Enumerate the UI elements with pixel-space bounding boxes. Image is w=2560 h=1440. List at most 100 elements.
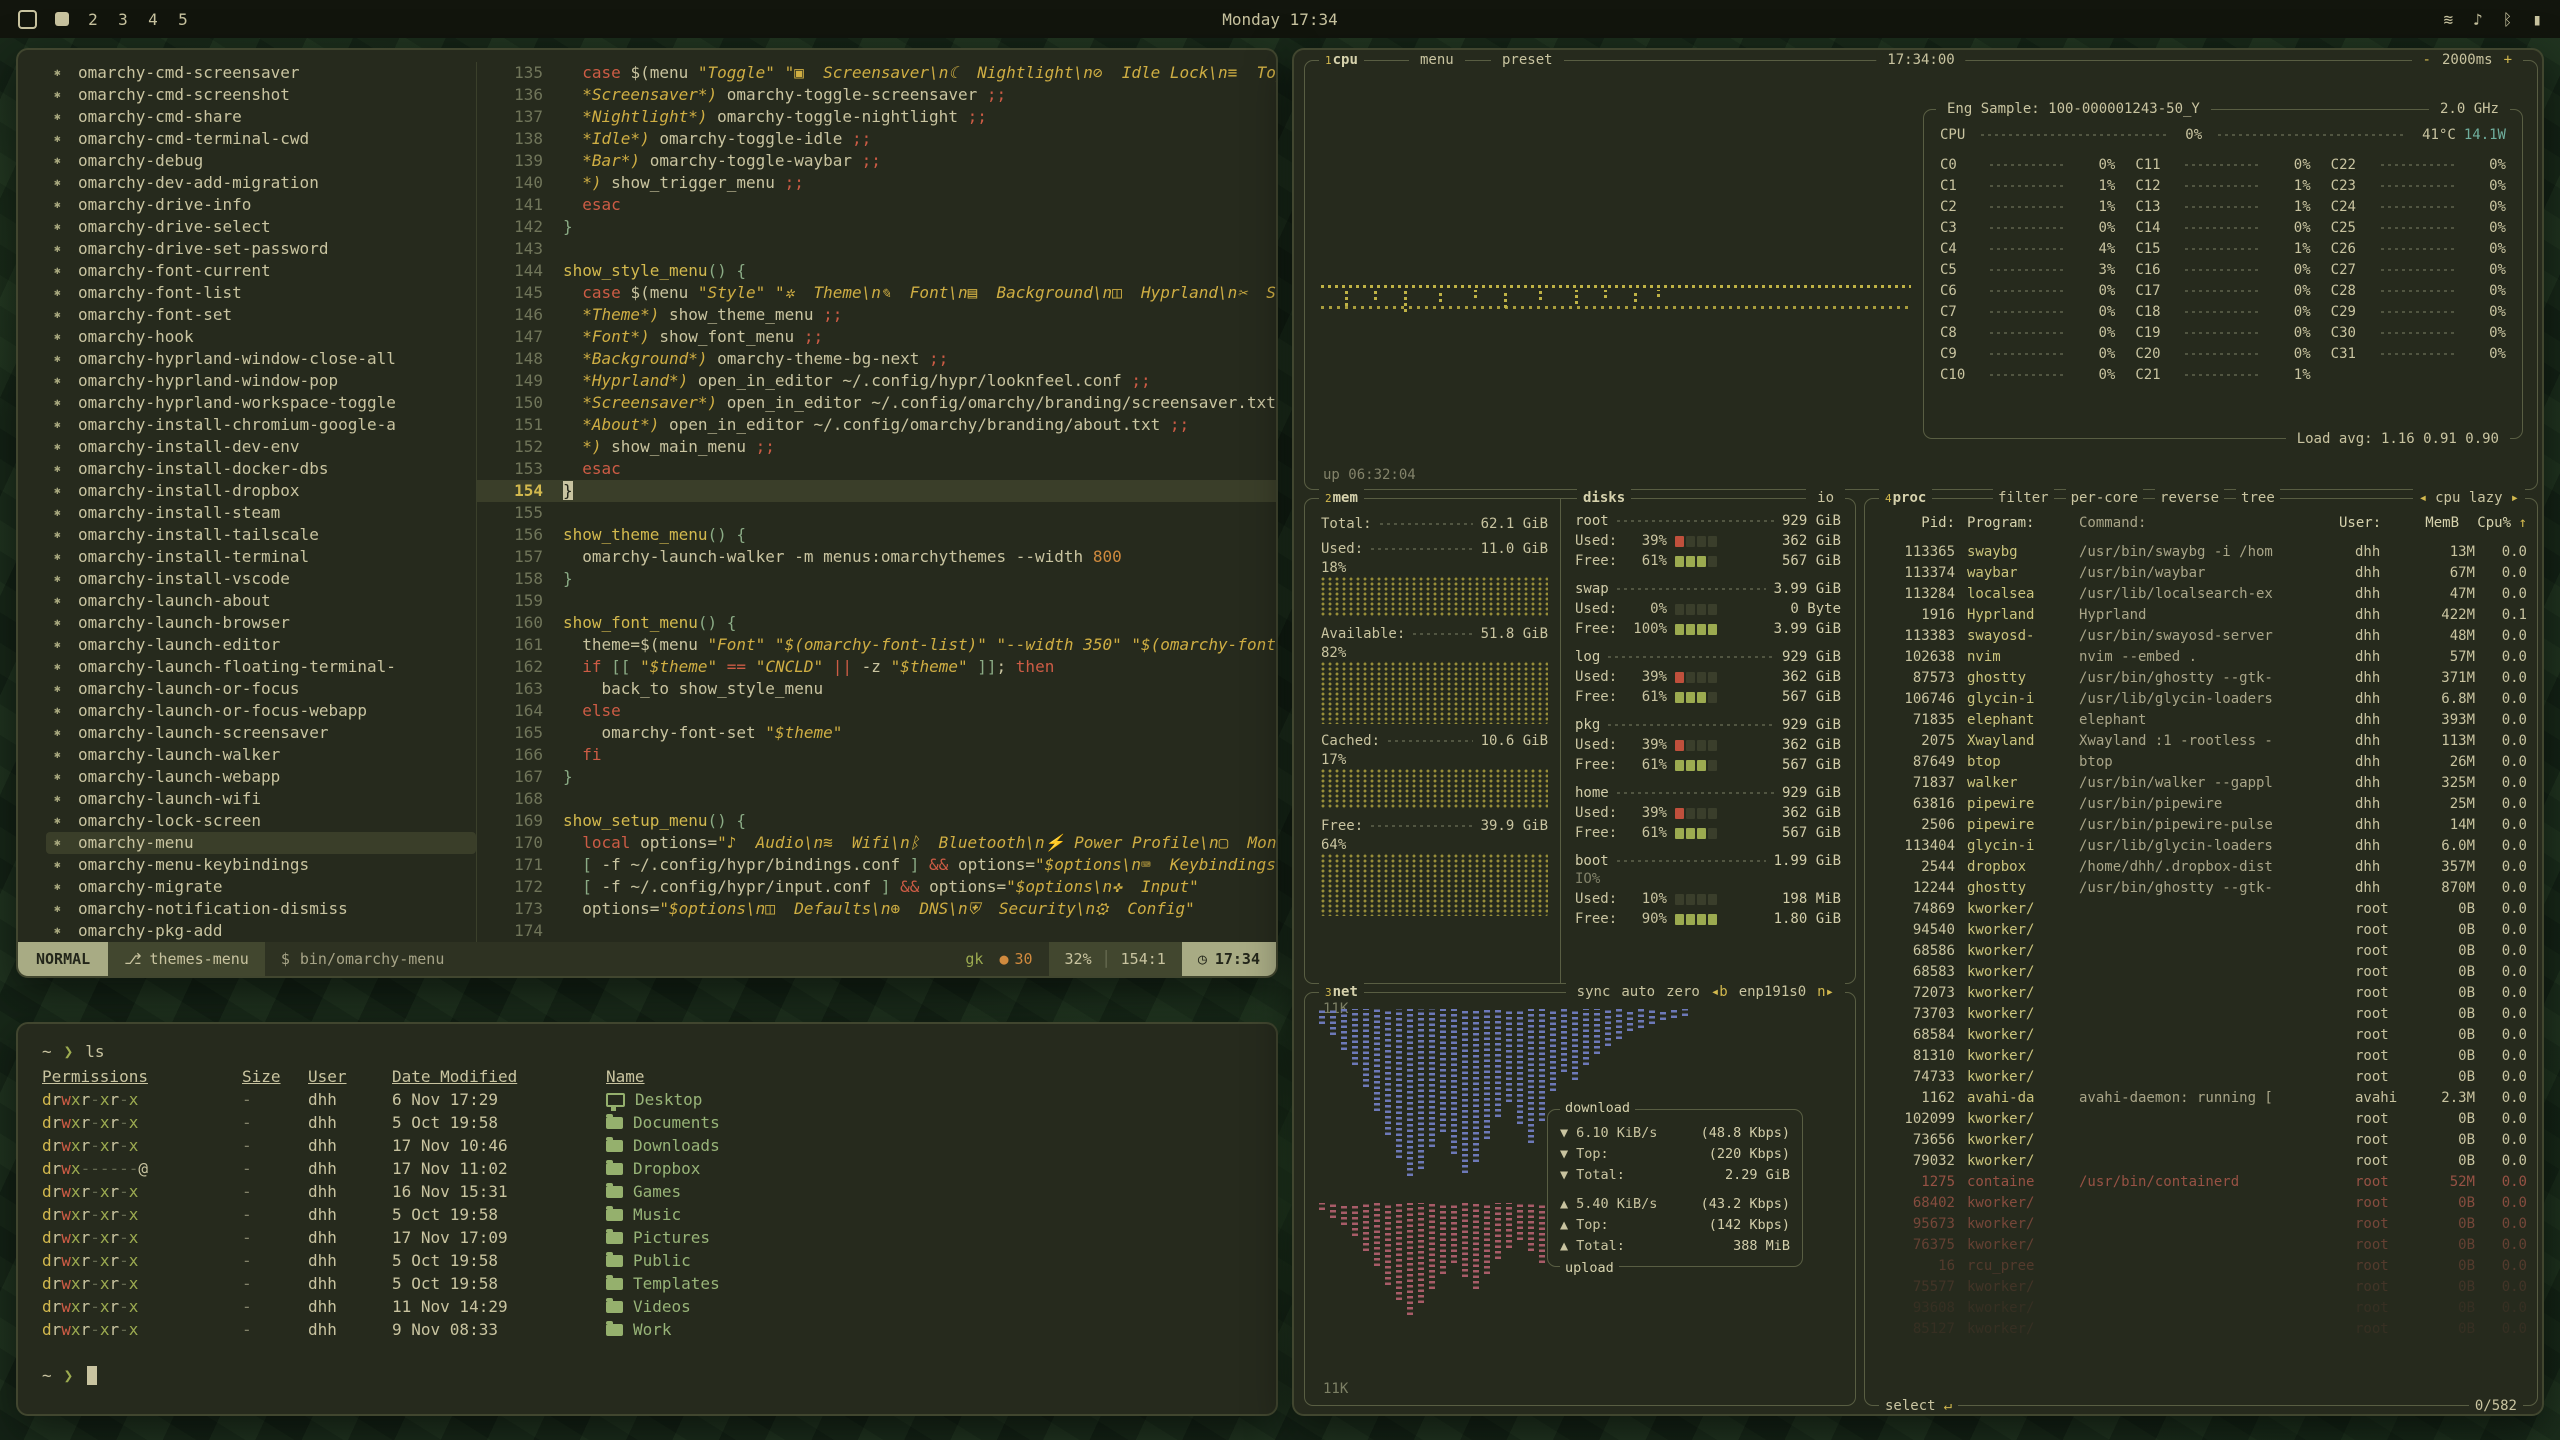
reverse-button[interactable]: reverse — [2155, 489, 2224, 507]
tree-item[interactable]: ✱omarchy-lock-screen — [46, 810, 476, 832]
tree-item[interactable]: ✱omarchy-menu-keybindings — [46, 854, 476, 876]
process-row[interactable]: 95673kworker/root0B0.0 — [1877, 1213, 2527, 1234]
select-hint[interactable]: select ↵ — [1879, 1397, 1958, 1415]
process-row[interactable]: 72073kworker/root0B0.0 — [1877, 982, 2527, 1003]
next-iface-button[interactable]: n▸ — [1812, 983, 1839, 1001]
tree-item[interactable]: ✱omarchy-launch-about — [46, 590, 476, 612]
tree-item[interactable]: ✱omarchy-migrate — [46, 876, 476, 898]
tree-item[interactable]: ✱omarchy-hook — [46, 326, 476, 348]
process-row[interactable]: 102638nvimnvim --embed .dhh57M0.0 — [1877, 646, 2527, 667]
process-row[interactable]: 63816pipewire/usr/bin/pipewiredhh25M0.0 — [1877, 793, 2527, 814]
process-row[interactable]: 73656kworker/root0B0.0 — [1877, 1129, 2527, 1150]
tree-item[interactable]: ✱omarchy-install-dev-env — [46, 436, 476, 458]
process-row[interactable]: 74869kworker/root0B0.0 — [1877, 898, 2527, 919]
process-row[interactable]: 71835elephantelephantdhh393M0.0 — [1877, 709, 2527, 730]
tree-item[interactable]: ✱omarchy-install-dropbox — [46, 480, 476, 502]
process-row[interactable]: 16rcu_preeroot0B0.0 — [1877, 1255, 2527, 1276]
process-row[interactable]: 75577kworker/root0B0.0 — [1877, 1276, 2527, 1297]
proc-col-command[interactable]: Command: — [2079, 515, 2339, 531]
tree-item[interactable]: ✱omarchy-drive-select — [46, 216, 476, 238]
process-row[interactable]: 87573ghostty/usr/bin/ghostty --gtk-dhh37… — [1877, 667, 2527, 688]
btop-window[interactable]: 1cpu menu preset 17:34:00 - 2000ms + Eng… — [1292, 48, 2544, 1416]
tree-item[interactable]: ✱omarchy-debug — [46, 150, 476, 172]
process-row[interactable]: 68402kworker/root0B0.0 — [1877, 1192, 2527, 1213]
process-row[interactable]: 79032kworker/root0B0.0 — [1877, 1150, 2527, 1171]
tree-button[interactable]: tree — [2236, 489, 2280, 507]
editor-window[interactable]: ✱omarchy-cmd-screensaver✱omarchy-cmd-scr… — [16, 48, 1278, 978]
per-core-button[interactable]: per-core — [2066, 489, 2143, 507]
sort-next-icon[interactable]: ▸ — [2511, 489, 2519, 507]
process-row[interactable]: 113365swaybg/usr/bin/swaybg -i /homdhh13… — [1877, 541, 2527, 562]
process-row[interactable]: 93608kworker/root0B0.0 — [1877, 1297, 2527, 1318]
omarchy-logo-icon[interactable] — [18, 10, 37, 29]
tree-item[interactable]: ✱omarchy-cmd-share — [46, 106, 476, 128]
process-row[interactable]: 94540kworker/root0B0.0 — [1877, 919, 2527, 940]
file-tree[interactable]: ✱omarchy-cmd-screensaver✱omarchy-cmd-scr… — [18, 62, 476, 942]
tree-item[interactable]: ✱omarchy-launch-floating-terminal- — [46, 656, 476, 678]
process-row[interactable]: 106746glycin-i/usr/lib/glycin-loadersdhh… — [1877, 688, 2527, 709]
tree-item[interactable]: ✱omarchy-pkg-add — [46, 920, 476, 942]
process-row[interactable]: 1275containe/usr/bin/containerdroot52M0.… — [1877, 1171, 2527, 1192]
process-row[interactable]: 87649btopbtopdhh26M0.0 — [1877, 751, 2527, 772]
terminal-window[interactable]: ~ ❯ ls Permissions Size User Date Modifi… — [16, 1022, 1278, 1416]
tree-item[interactable]: ✱omarchy-launch-or-focus — [46, 678, 476, 700]
proc-col-mem[interactable]: MemB — [2403, 515, 2459, 531]
prompt-line[interactable]: ~ ❯ — [42, 1364, 1252, 1387]
tree-item[interactable]: ✱omarchy-install-terminal — [46, 546, 476, 568]
prev-iface-button[interactable]: ◂b — [1706, 983, 1733, 1001]
process-row[interactable]: 113374waybar/usr/bin/waybardhh67M0.0 — [1877, 562, 2527, 583]
process-row[interactable]: 68584kworker/root0B0.0 — [1877, 1024, 2527, 1045]
tree-item[interactable]: ✱omarchy-install-steam — [46, 502, 476, 524]
workspace-4[interactable]: 4 — [147, 10, 159, 29]
tree-item[interactable]: ✱omarchy-font-set — [46, 304, 476, 326]
sort-prev-icon[interactable]: ◂ — [2419, 489, 2427, 507]
process-row[interactable]: 2075XwaylandXwayland :1 -rootless -dhh11… — [1877, 730, 2527, 751]
tree-item[interactable]: ✱omarchy-launch-browser — [46, 612, 476, 634]
process-row[interactable]: 2544dropbox/home/dhh/.dropbox-distdhh357… — [1877, 856, 2527, 877]
proc-col-cpu[interactable]: Cpu% — [2459, 515, 2511, 531]
process-row[interactable]: 85127kworker/root0B0.0 — [1877, 1318, 2527, 1339]
process-row[interactable]: 71837walker/usr/bin/walker --gappldhh325… — [1877, 772, 2527, 793]
interval-decrease-button[interactable]: - — [2418, 51, 2436, 69]
tree-item[interactable]: ✱omarchy-install-chromium-google-a — [46, 414, 476, 436]
proc-col-user[interactable]: User: — [2339, 515, 2403, 531]
sort-selector[interactable]: ◂ cpu lazy ▸ — [2413, 489, 2525, 507]
tree-item[interactable]: ✱omarchy-font-current — [46, 260, 476, 282]
process-row[interactable]: 74733kworker/root0B0.0 — [1877, 1066, 2527, 1087]
sync-button[interactable]: sync — [1572, 983, 1616, 1001]
workspace-active[interactable] — [55, 12, 69, 26]
process-row[interactable]: 113284localsea/usr/lib/localsearch-exdhh… — [1877, 583, 2527, 604]
volume-icon[interactable]: ♪ — [2473, 10, 2483, 29]
tree-item[interactable]: ✱omarchy-launch-editor — [46, 634, 476, 656]
tree-item[interactable]: ✱omarchy-launch-screensaver — [46, 722, 476, 744]
tree-item[interactable]: ✱omarchy-notification-dismiss — [46, 898, 476, 920]
tree-item[interactable]: ✱omarchy-launch-or-focus-webapp — [46, 700, 476, 722]
menu-button[interactable]: menu — [1409, 51, 1465, 69]
tree-item[interactable]: ✱omarchy-install-tailscale — [46, 524, 476, 546]
tree-item[interactable]: ✱omarchy-hyprland-window-close-all — [46, 348, 476, 370]
proc-col-program[interactable]: Program: — [1967, 515, 2067, 531]
zero-button[interactable]: zero — [1661, 983, 1705, 1001]
process-row[interactable]: 1162avahi-daavahi-daemon: running [avahi… — [1877, 1087, 2527, 1108]
process-row[interactable]: 68583kworker/root0B0.0 — [1877, 961, 2527, 982]
battery-icon[interactable]: ▮ — [2532, 10, 2542, 29]
tree-item[interactable]: ✱omarchy-drive-set-password — [46, 238, 476, 260]
process-row[interactable]: 2506pipewire/usr/bin/pipewire-pulsedhh14… — [1877, 814, 2527, 835]
tree-item[interactable]: ✱omarchy-font-list — [46, 282, 476, 304]
process-row[interactable]: 73703kworker/root0B0.0 — [1877, 1003, 2527, 1024]
tree-item[interactable]: ✱omarchy-launch-walker — [46, 744, 476, 766]
process-row[interactable]: 76375kworker/root0B0.0 — [1877, 1234, 2527, 1255]
tree-item[interactable]: ✱omarchy-cmd-screensaver — [46, 62, 476, 84]
tree-item[interactable]: ✱omarchy-menu — [46, 832, 476, 854]
tree-item[interactable]: ✱omarchy-install-vscode — [46, 568, 476, 590]
filter-button[interactable]: filter — [1993, 489, 2054, 507]
process-row[interactable]: 68586kworker/root0B0.0 — [1877, 940, 2527, 961]
tree-item[interactable]: ✱omarchy-hyprland-workspace-toggle — [46, 392, 476, 414]
process-row[interactable]: 12244ghostty/usr/bin/ghostty --gtk-dhh87… — [1877, 877, 2527, 898]
tree-item[interactable]: ✱omarchy-hyprland-window-pop — [46, 370, 476, 392]
tree-item[interactable]: ✱omarchy-cmd-terminal-cwd — [46, 128, 476, 150]
preset-button[interactable]: preset — [1491, 51, 1564, 69]
tree-item[interactable]: ✱omarchy-dev-add-migration — [46, 172, 476, 194]
process-row[interactable]: 113383swayosd-/usr/bin/swayosd-serverdhh… — [1877, 625, 2527, 646]
process-row[interactable]: 1916HyprlandHyprlanddhh422M0.1 — [1877, 604, 2527, 625]
